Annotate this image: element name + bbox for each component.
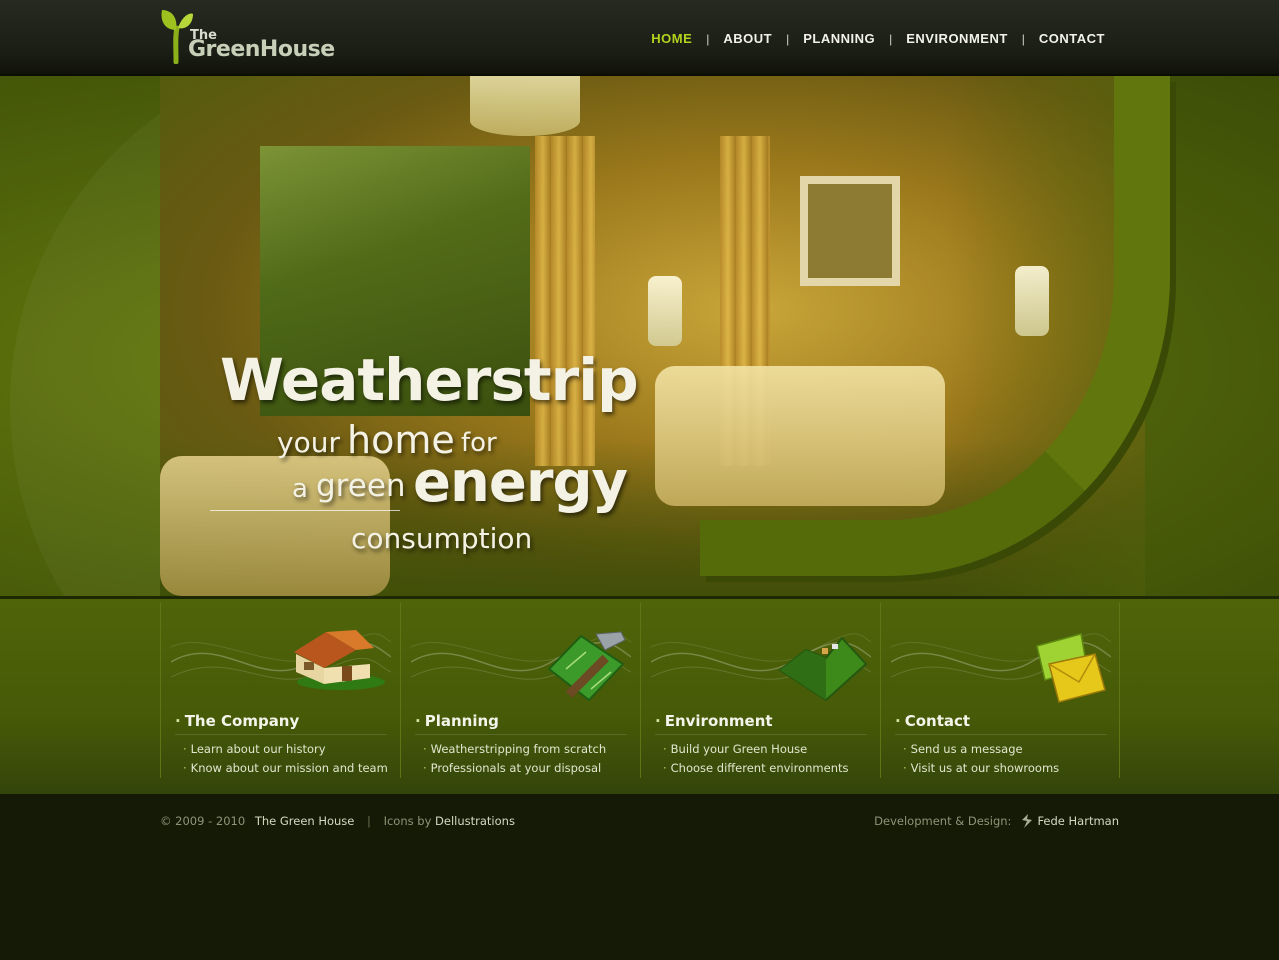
nav-separator: |: [706, 31, 710, 46]
nav-about[interactable]: ABOUT: [723, 31, 772, 46]
slogan-word: a: [292, 474, 308, 504]
feature-link[interactable]: · Learn about our history: [183, 742, 326, 756]
footer-icons-label: Icons by: [383, 814, 432, 828]
slogan-word: your: [277, 426, 340, 459]
feature-company[interactable]: · The Company · Learn about our history · K…: [160, 602, 400, 778]
nav-planning[interactable]: PLANNING: [803, 31, 875, 46]
slogan-word: energy: [413, 450, 628, 515]
feature-planning[interactable]: · Planning · Weatherstripping from scratch…: [400, 602, 640, 778]
feature-link[interactable]: · Professionals at your disposal: [423, 761, 601, 775]
slogan-divider: [210, 510, 400, 511]
feature-divider: [175, 734, 387, 735]
footer-site-link[interactable]: The Green House: [255, 814, 355, 828]
footer-dev-label: Development & Design:: [874, 814, 1012, 828]
nav-separator: |: [1021, 31, 1025, 46]
feature-divider: [415, 734, 627, 735]
feature-contact[interactable]: · Contact · Send us a message · Visit us at…: [880, 602, 1120, 778]
feature-link[interactable]: · Visit us at our showrooms: [903, 761, 1059, 775]
logo-name-text: GreenHouse: [188, 37, 335, 62]
site-header: The GreenHouse HOME | ABOUT | PLANNING |…: [0, 0, 1279, 76]
hero-table-lamp: [648, 276, 682, 346]
feature-title[interactable]: · Planning: [415, 712, 499, 730]
site-footer: © 2009 - 2010 The Green House | Icons by…: [0, 794, 1279, 960]
nav-environment[interactable]: ENVIRONMENT: [906, 31, 1008, 46]
footer-icons-author-link[interactable]: Dellustrations: [435, 814, 515, 828]
nav-contact[interactable]: CONTACT: [1039, 31, 1105, 46]
footer-developer: Development & Design: Fede Hartman: [874, 814, 1119, 828]
nav-separator: |: [786, 31, 790, 46]
slogan-line-1: Weatherstrip: [220, 346, 639, 414]
developer-mark-icon: [1022, 814, 1033, 828]
house-icon: [294, 630, 385, 690]
feature-title[interactable]: · Environment: [655, 712, 773, 730]
footer-separator: |: [367, 814, 371, 828]
nav-separator: |: [889, 31, 893, 46]
landscape-icon: [778, 636, 868, 702]
nav-home[interactable]: HOME: [651, 31, 692, 46]
site-logo[interactable]: The GreenHouse: [160, 6, 335, 64]
footer-credits: © 2009 - 2010 The Green House | Icons by…: [160, 814, 515, 828]
footer-copyright: © 2009 - 2010: [160, 814, 246, 828]
slogan-line-4: consumption: [351, 522, 533, 555]
envelope-icon: [1036, 633, 1106, 703]
main-nav: HOME | ABOUT | PLANNING | ENVIRONMENT | …: [651, 31, 1105, 46]
feature-link[interactable]: · Know about our mission and team: [183, 761, 388, 775]
feature-divider: [655, 734, 867, 735]
feature-link[interactable]: · Weatherstripping from scratch: [423, 742, 606, 756]
footer-dev-name-link[interactable]: Fede Hartman: [1037, 814, 1119, 828]
blueprint-hammer-icon: [547, 631, 626, 702]
features-band: · The Company · Learn about our history · K…: [0, 596, 1279, 794]
feature-environment[interactable]: · Environment · Build your Green House · Ch…: [640, 602, 880, 778]
feature-link[interactable]: · Choose different environments: [663, 761, 849, 775]
feature-link[interactable]: · Build your Green House: [663, 742, 807, 756]
feature-link[interactable]: · Send us a message: [903, 742, 1023, 756]
hero-ceiling-lamp: [470, 76, 580, 136]
feature-title[interactable]: · Contact: [895, 712, 970, 730]
slogan-word: green: [316, 468, 406, 504]
feature-title[interactable]: · The Company: [175, 712, 299, 730]
hero-banner: Weatherstrip your home for a green energ…: [0, 76, 1279, 596]
hero-curtain: [535, 136, 595, 466]
feature-divider: [895, 734, 1107, 735]
